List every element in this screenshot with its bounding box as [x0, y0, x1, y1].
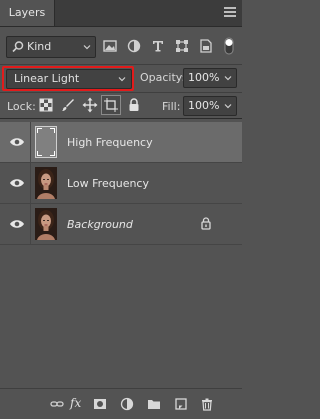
chevron-down-icon	[83, 45, 91, 50]
layers-panel: Layers Kind Linear Light Opacity: 100% L…	[0, 0, 242, 419]
lock-all-icon[interactable]	[126, 97, 142, 113]
opacity-label: Opacity:	[140, 71, 186, 84]
layer-name[interactable]: Background	[67, 218, 133, 231]
kind-filter-select[interactable]: Kind	[6, 36, 96, 58]
visibility-eye-icon[interactable]	[9, 136, 25, 148]
opacity-value: 100%	[188, 71, 220, 84]
new-layer-icon[interactable]	[174, 397, 188, 411]
panel-menu-icon[interactable]	[224, 7, 236, 17]
type-filter-icon[interactable]	[150, 38, 166, 54]
chevron-down-icon[interactable]	[224, 102, 232, 110]
layers-bottom-bar: fx	[0, 388, 242, 419]
lock-position-icon[interactable]	[82, 97, 98, 113]
chevron-down-icon[interactable]	[224, 74, 232, 82]
adjustment-filter-icon[interactable]	[126, 38, 142, 54]
layer-name[interactable]: High Frequency	[67, 136, 153, 149]
layer-row-high-frequency[interactable]: High Frequency	[0, 122, 242, 163]
blend-row: Linear Light Opacity: 100%	[0, 64, 242, 91]
visibility-eye-icon[interactable]	[9, 177, 25, 189]
fill-label: Fill:	[162, 100, 181, 113]
fx-icon[interactable]: fx	[70, 396, 86, 410]
smart-object-filter-icon[interactable]	[198, 38, 214, 54]
eye-column-divider	[30, 163, 31, 203]
pixel-filter-icon[interactable]	[102, 38, 118, 54]
lock-row: Lock: Fill: 100%	[0, 92, 242, 117]
lock-artboard-icon[interactable]	[103, 97, 119, 113]
lock-transparent-pixels-icon[interactable]	[38, 97, 54, 113]
fill-field[interactable]: 100%	[183, 96, 237, 116]
kind-filter-label: Kind	[27, 40, 52, 53]
layer-thumbnail-portrait[interactable]	[35, 208, 57, 240]
eye-column-divider	[30, 204, 31, 244]
tab-layers[interactable]: Layers	[0, 0, 55, 26]
layer-thumbnail-portrait[interactable]	[35, 167, 57, 199]
filter-toggle-icon[interactable]	[224, 37, 234, 55]
folder-icon[interactable]	[147, 397, 161, 411]
panel-tab-bar: Layers	[0, 0, 242, 27]
shape-filter-icon[interactable]	[174, 38, 190, 54]
search-icon	[12, 41, 24, 53]
layer-thumbnail-gray[interactable]	[35, 126, 57, 158]
eye-column-divider	[30, 122, 31, 162]
layer-row-background[interactable]: Background	[0, 204, 242, 245]
fill-value: 100%	[188, 99, 220, 112]
link-icon[interactable]	[50, 397, 64, 411]
filter-row: Kind	[0, 36, 242, 58]
layer-locked-icon[interactable]	[200, 216, 212, 230]
visibility-eye-icon[interactable]	[9, 218, 25, 230]
adjustment-icon[interactable]	[120, 397, 134, 411]
lock-image-pixels-icon[interactable]	[60, 97, 76, 113]
layers-list: High Frequency Low Frequency Background	[0, 118, 242, 389]
red-highlight-box	[2, 66, 134, 91]
opacity-field[interactable]: 100%	[183, 68, 237, 88]
layer-name[interactable]: Low Frequency	[67, 177, 149, 190]
lock-label: Lock:	[7, 100, 36, 113]
trash-icon[interactable]	[200, 397, 214, 411]
layer-row-low-frequency[interactable]: Low Frequency	[0, 163, 242, 204]
mask-icon[interactable]	[93, 397, 107, 411]
